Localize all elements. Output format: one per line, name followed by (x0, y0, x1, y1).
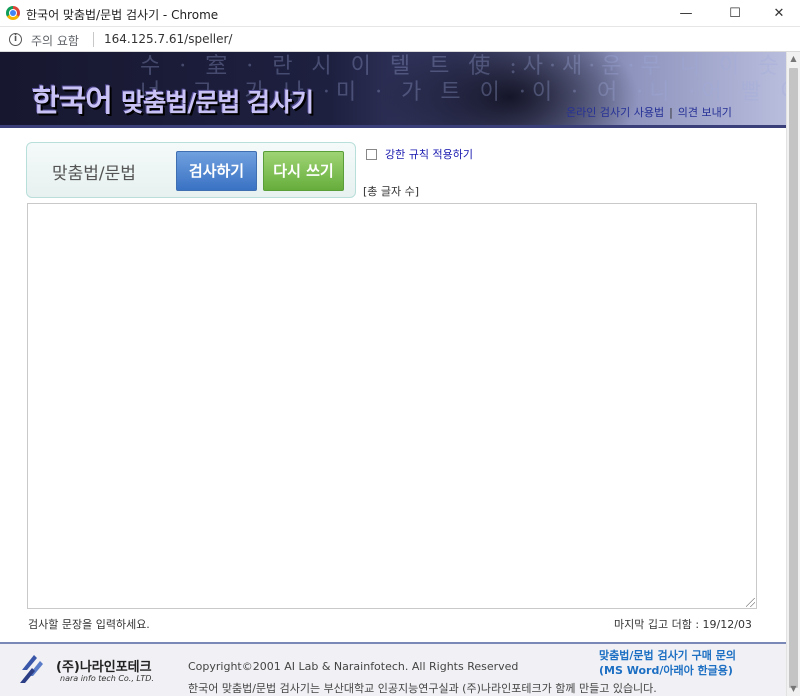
window-title: 한국어 맞춤법/문법 검사기 - Chrome (26, 8, 219, 22)
company-subname: nara info tech Co., LTD. (60, 674, 154, 683)
page-title: 한국어 맞춤법/문법 검사기 (32, 76, 314, 120)
purchase-inquiry-link[interactable]: 맞춤법/문법 검사기 구매 문의 (MS Word/아래아 한글용) (599, 648, 736, 678)
page-title-rest: 맞춤법/문법 검사기 (121, 88, 314, 117)
purchase-line[interactable]: 맞춤법/문법 검사기 구매 문의 (599, 648, 736, 663)
scroll-up-icon[interactable]: ▲ (787, 52, 800, 66)
footer: (주)나라인포테크 nara info tech Co., LTD. Copyr… (0, 642, 786, 696)
page-content: 수 · 室 · 란 시 이 텔 트 使 :사·새·운·무 니 이 숫 나 너 ·… (0, 52, 786, 696)
usage-guide-link[interactable]: 온라인 검사기 사용법 (566, 106, 664, 119)
last-update: 마지막 깁고 더함 : 19/12/03 (614, 618, 752, 631)
page-title-main: 한국어 (32, 84, 113, 119)
strict-rule-checkbox[interactable] (366, 148, 377, 160)
nara-logo-icon (20, 655, 43, 683)
check-button[interactable]: 검사하기 (176, 151, 257, 191)
control-panel: 맞춤법/문법 검사하기 다시 쓰기 (26, 142, 356, 198)
input-hint: 검사할 문장을 입력하세요. (28, 618, 150, 631)
window-titlebar: 한국어 맞춤법/문법 검사기 - Chrome — ☐ ✕ (0, 0, 800, 27)
info-icon[interactable]: i (9, 33, 22, 46)
copyright-text: Copyright©2001 AI Lab & Narainfotech. Al… (188, 660, 519, 673)
minimize-button[interactable]: — (663, 0, 709, 27)
strict-rule-label[interactable]: 강한 규칙 적용하기 (385, 146, 473, 162)
link-separator: | (669, 106, 673, 119)
resize-handle-icon[interactable] (746, 598, 755, 607)
banner-links: 온라인 검사기 사용법 | 의견 보내기 (566, 104, 732, 120)
scroll-thumb[interactable] (789, 68, 798, 688)
vertical-scrollbar[interactable]: ▲ ▼ (786, 52, 800, 696)
address-divider (93, 32, 94, 47)
credit-text: 한국어 맞춤법/문법 검사기는 부산대학교 인공지능연구실과 (주)나라인포테크… (188, 682, 657, 695)
maximize-button[interactable]: ☐ (712, 0, 758, 27)
close-button[interactable]: ✕ (756, 0, 800, 27)
reset-button[interactable]: 다시 쓰기 (263, 151, 344, 191)
banner-divider (0, 125, 786, 128)
company-name: (주)나라인포테크 (56, 660, 152, 675)
char-count: [총 글자 수] (363, 185, 420, 198)
scroll-down-icon[interactable]: ▼ (787, 682, 800, 696)
url-text[interactable]: 164.125.7.61/speller/ (104, 32, 232, 46)
header-banner: 수 · 室 · 란 시 이 텔 트 使 :사·새·운·무 니 이 숫 나 너 ·… (0, 52, 786, 127)
feedback-link[interactable]: 의견 보내기 (678, 106, 732, 119)
text-input[interactable] (27, 203, 757, 609)
chrome-logo-icon (6, 6, 20, 20)
address-bar: i 주의 요함 164.125.7.61/speller/ (0, 27, 800, 52)
purchase-line[interactable]: (MS Word/아래아 한글용) (599, 663, 736, 678)
strict-rule-option[interactable]: 강한 규칙 적용하기 (366, 146, 473, 162)
security-warning[interactable]: 주의 요함 (31, 32, 79, 49)
control-label: 맞춤법/문법 (52, 164, 136, 184)
